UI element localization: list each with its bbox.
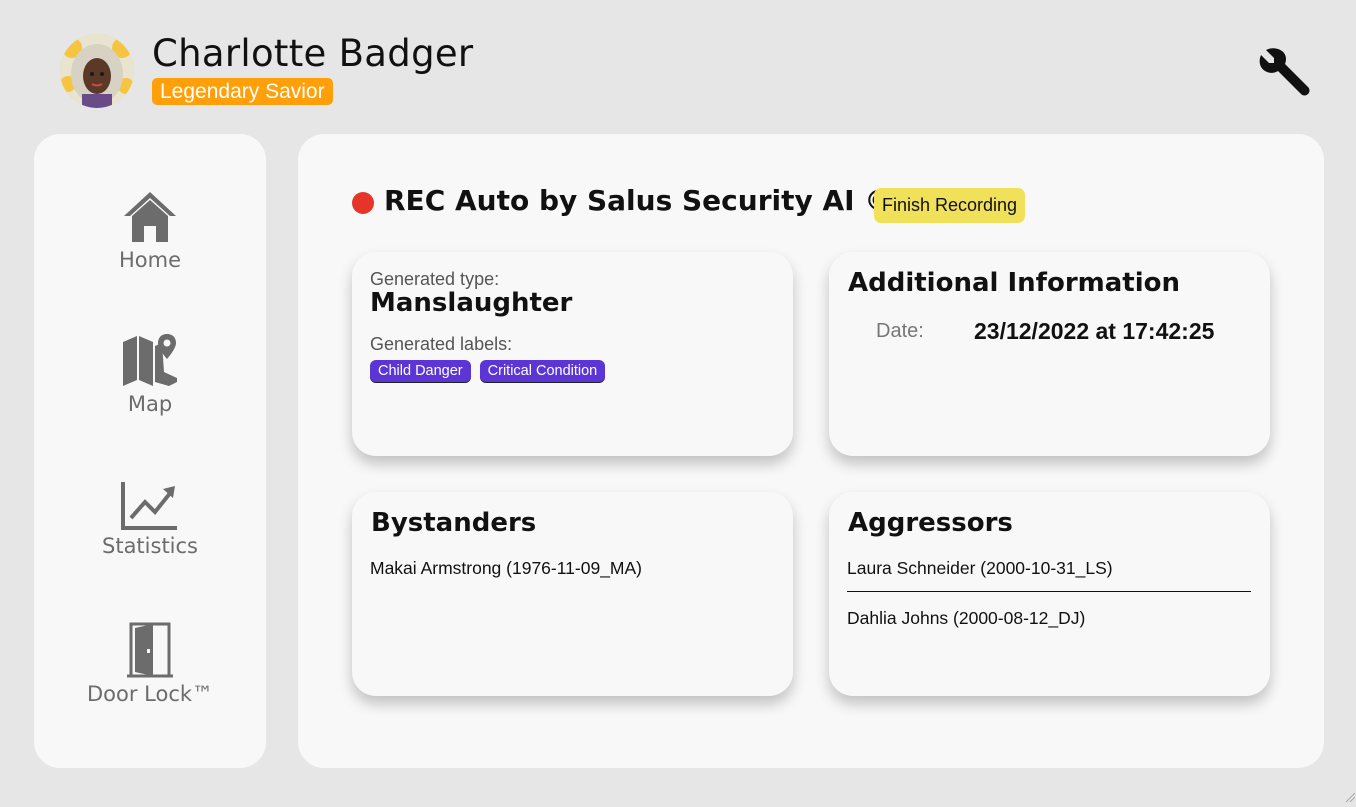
bystanders-title: Bystanders [371, 508, 536, 538]
avatar-image [60, 34, 134, 108]
generated-card: Generated type: Manslaughter Generated l… [352, 252, 793, 456]
additional-info-title: Additional Information [848, 268, 1180, 298]
sidebar-item-home[interactable]: Home [34, 190, 266, 300]
aggressors-list: Laura Schneider (2000-10-31_LS) Dahlia J… [847, 558, 1251, 641]
avatar[interactable] [60, 34, 134, 108]
generated-labels: Child Danger Critical Condition [370, 360, 605, 382]
statistics-icon [34, 480, 266, 530]
sidebar-item-label: Door Lock™ [34, 682, 266, 706]
date-label: Date: [876, 320, 924, 343]
main-panel: REC Auto by Salus Security AI © Finish R… [298, 134, 1324, 768]
sidebar-item-label: Home [34, 248, 266, 272]
generated-labels-label: Generated labels: [370, 334, 512, 355]
sidebar-item-label: Statistics [34, 534, 266, 558]
resize-grip-icon[interactable] [1344, 788, 1356, 800]
bystanders-card: Bystanders Makai Armstrong (1976-11-09_M… [352, 492, 793, 696]
map-icon [34, 332, 266, 388]
label-tag[interactable]: Child Danger [370, 360, 471, 382]
sidebar-item-statistics[interactable]: Statistics [34, 480, 266, 590]
bystanders-list: Makai Armstrong (1976-11-09_MA) [370, 558, 774, 591]
list-item[interactable]: Dahlia Johns (2000-08-12_DJ) [847, 608, 1251, 641]
list-item[interactable]: Laura Schneider (2000-10-31_LS) [847, 558, 1251, 592]
recording-title: REC Auto by Salus Security AI © [384, 184, 892, 217]
sidebar: Home Map Statistics [34, 134, 266, 768]
aggressors-card: Aggressors Laura Schneider (2000-10-31_L… [829, 492, 1270, 696]
sidebar-item-door-lock[interactable]: Door Lock™ [34, 622, 266, 732]
door-icon [34, 622, 266, 678]
generated-type-label: Generated type: [370, 269, 499, 290]
recording-indicator [352, 192, 374, 214]
list-item[interactable]: Makai Armstrong (1976-11-09_MA) [370, 558, 774, 591]
aggressors-title: Aggressors [848, 508, 1013, 538]
label-tag[interactable]: Critical Condition [480, 360, 606, 382]
sidebar-item-map[interactable]: Map [34, 332, 266, 442]
generated-type-value: Manslaughter [370, 288, 572, 318]
user-rank-badge: Legendary Savior [152, 78, 333, 105]
sidebar-item-label: Map [34, 392, 266, 416]
additional-info-card: Additional Information Date: 23/12/2022 … [829, 252, 1270, 456]
home-icon [34, 190, 266, 244]
finish-recording-button[interactable]: Finish Recording [874, 188, 1025, 223]
header: Charlotte Badger Legendary Savior [0, 0, 1356, 130]
date-value: 23/12/2022 at 17:42:25 [974, 318, 1214, 345]
wrench-icon[interactable] [1256, 46, 1312, 100]
user-name: Charlotte Badger [152, 32, 473, 75]
